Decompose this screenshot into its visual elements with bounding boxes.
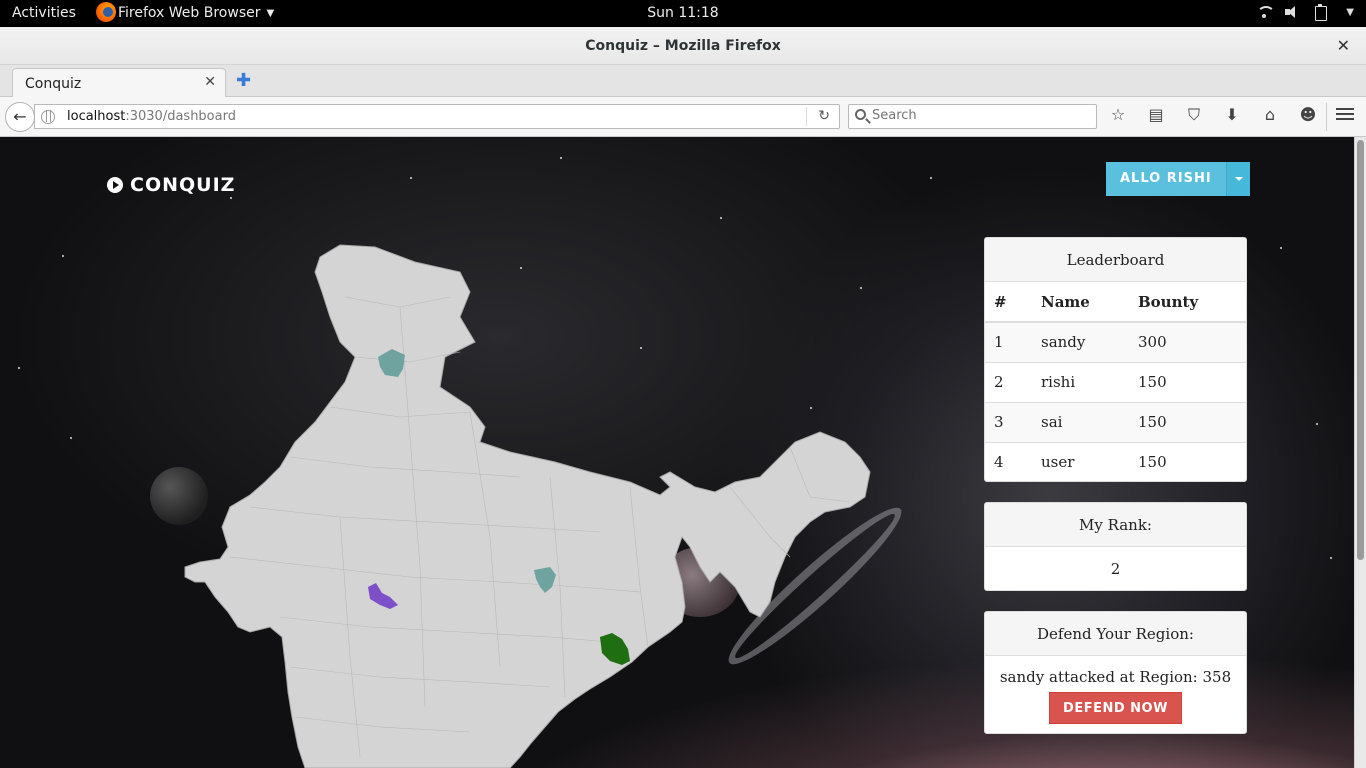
toolbar-icons: ☆ ▤ ⛉ ⬇ ⌂ ☻	[1108, 105, 1318, 125]
toolbar-separator	[1326, 103, 1327, 131]
hamburger-menu-icon[interactable]	[1334, 105, 1356, 125]
wifi-icon	[1256, 4, 1276, 20]
defend-now-button[interactable]: DEFEND NOW	[1049, 692, 1182, 724]
volume-icon	[1284, 4, 1300, 20]
rank-cell: 1	[985, 321, 1032, 362]
new-tab-plus-icon[interactable]: ✚	[236, 70, 251, 91]
table-header-row: # Name Bounty	[985, 282, 1246, 323]
url-bar[interactable]: localhost:3030/dashboard ↻	[34, 104, 840, 129]
page-viewport: CONQUIZ ALLO RISHI Leaderboard # Name Bo…	[0, 137, 1354, 768]
attack-message: sandy attacked at Region: 358	[999, 668, 1232, 686]
bounty-cell: 150	[1129, 361, 1246, 402]
pocket-icon[interactable]: ⛉	[1184, 105, 1204, 125]
table-row: 4 user 150	[985, 441, 1246, 481]
star-bookmark-icon[interactable]: ☆	[1108, 105, 1128, 125]
system-tray[interactable]: ▼	[1256, 4, 1354, 21]
reload-icon[interactable]: ↻	[818, 108, 830, 124]
dropdown-caret-icon[interactable]	[1225, 162, 1250, 196]
name-cell: user	[1032, 441, 1129, 481]
tab-conquiz[interactable]: Conquiz ✕	[12, 68, 226, 98]
globe-icon	[41, 110, 55, 124]
column-header: Bounty	[1129, 282, 1246, 323]
battery-icon	[1312, 4, 1328, 21]
activities-button[interactable]: Activities	[12, 5, 76, 21]
scrollbar-thumb[interactable]	[1357, 140, 1364, 560]
name-cell: rishi	[1032, 361, 1129, 402]
bounty-cell: 300	[1129, 321, 1246, 362]
defend-region-panel: Defend Your Region: sandy attacked at Re…	[984, 611, 1247, 734]
caret-down-icon: ▼	[266, 7, 275, 19]
url-separator	[806, 107, 807, 126]
brand-logo[interactable]: CONQUIZ	[107, 174, 235, 196]
back-button[interactable]: ←	[5, 102, 35, 132]
leaderboard-table: # Name Bounty 1 sandy 300 2 rishi 150 3	[985, 282, 1246, 481]
caret-down-icon: ▼	[1346, 6, 1354, 18]
system-top-bar: Activities Firefox Web Browser ▼ Sun 11:…	[0, 0, 1366, 27]
bounty-cell: 150	[1129, 441, 1246, 481]
url-path: :3030/dashboard	[125, 109, 236, 124]
india-region-map[interactable]	[170, 237, 890, 768]
reading-list-icon[interactable]: ▤	[1146, 105, 1166, 125]
download-icon[interactable]: ⬇	[1222, 105, 1242, 125]
table-row: 3 sai 150	[985, 401, 1246, 442]
leaderboard-panel: Leaderboard # Name Bounty 1 sandy 300 2 …	[984, 237, 1247, 482]
defend-title: Defend Your Region:	[985, 612, 1246, 656]
map-landmass[interactable]	[184, 244, 871, 768]
tab-strip: Conquiz ✕ ✚	[0, 65, 1366, 98]
brand-name: CONQUIZ	[130, 174, 236, 196]
name-cell: sandy	[1032, 321, 1129, 362]
arrow-left-icon: ←	[13, 107, 27, 126]
navigation-toolbar: localhost:3030/dashboard ↻ ← ☆ ▤ ⛉ ⬇ ⌂ ☻	[0, 97, 1366, 137]
window-close-icon[interactable]: ✕	[1337, 36, 1350, 55]
search-input[interactable]	[872, 108, 1092, 123]
my-rank-panel: My Rank: 2	[984, 502, 1247, 591]
app-menu-label: Firefox Web Browser	[118, 5, 261, 21]
chat-icon[interactable]: ☻	[1298, 105, 1318, 125]
tab-close-icon[interactable]: ✕	[204, 74, 216, 90]
window-title: Conquiz – Mozilla Firefox	[585, 38, 781, 54]
play-circle-icon	[107, 177, 123, 193]
table-row: 1 sandy 300	[985, 321, 1246, 362]
leaderboard-title: Leaderboard	[985, 238, 1246, 282]
column-header: Name	[1032, 282, 1129, 323]
name-cell: sai	[1032, 401, 1129, 442]
column-header: #	[985, 282, 1032, 323]
firefox-logo-icon	[96, 2, 116, 22]
page-scrollbar[interactable]	[1354, 137, 1366, 768]
rank-cell: 2	[985, 361, 1032, 402]
user-dropdown[interactable]: ALLO RISHI	[1106, 162, 1250, 196]
my-rank-title: My Rank:	[985, 503, 1246, 547]
url-text[interactable]: localhost:3030/dashboard	[67, 109, 236, 124]
tab-label: Conquiz	[25, 76, 82, 92]
home-icon[interactable]: ⌂	[1260, 105, 1280, 125]
search-icon	[855, 109, 866, 120]
rank-cell: 3	[985, 401, 1032, 442]
bounty-cell: 150	[1129, 401, 1246, 442]
search-bar[interactable]	[848, 104, 1097, 129]
url-host: localhost	[67, 109, 126, 124]
my-rank-value: 2	[1110, 560, 1121, 578]
app-menu[interactable]: Firefox Web Browser ▼	[96, 2, 275, 22]
rank-cell: 4	[985, 441, 1032, 481]
window-title-bar: Conquiz – Mozilla Firefox ✕	[0, 27, 1366, 65]
user-button[interactable]: ALLO RISHI	[1106, 162, 1226, 196]
table-row: 2 rishi 150	[985, 361, 1246, 402]
